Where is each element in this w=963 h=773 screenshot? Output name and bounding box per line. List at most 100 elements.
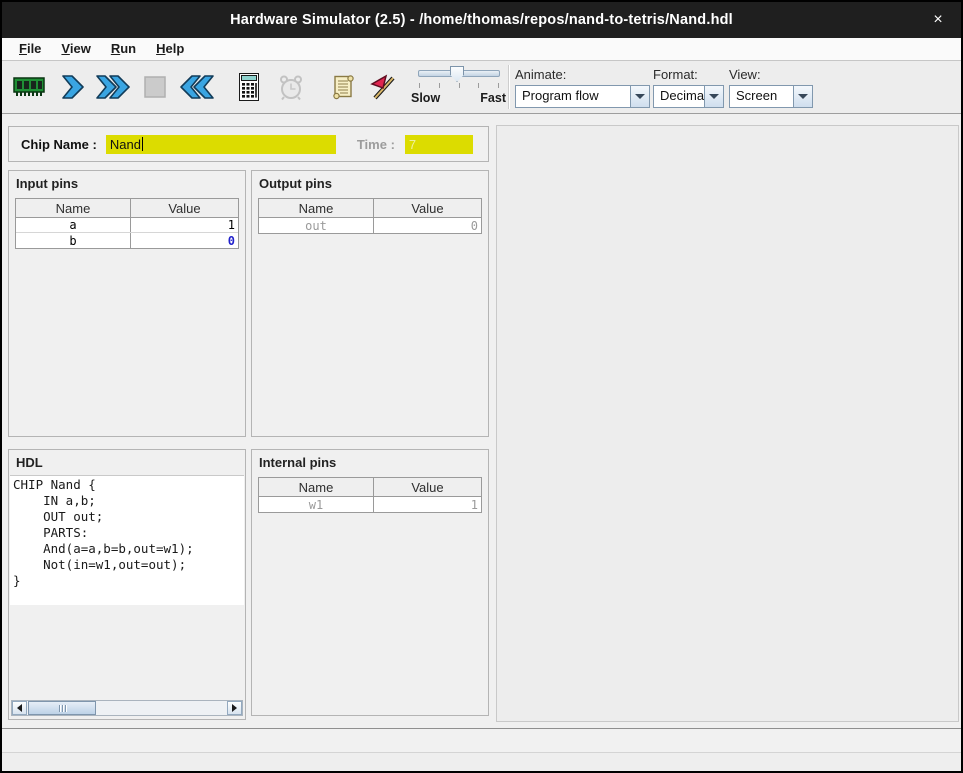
hdl-code-editor[interactable]: CHIP Nand { IN a,b; OUT out; PARTS: And(… bbox=[10, 475, 244, 605]
scroll-left-button[interactable] bbox=[12, 701, 27, 715]
scrollbar-track[interactable] bbox=[27, 701, 227, 715]
pin-value-cell[interactable]: 0 bbox=[130, 233, 238, 248]
chevron-down-icon[interactable] bbox=[793, 86, 812, 107]
animate-label: Animate: bbox=[515, 67, 650, 82]
hdl-panel: HDL CHIP Nand { IN a,b; OUT out; PARTS: … bbox=[8, 449, 246, 720]
chevron-down-icon[interactable] bbox=[630, 86, 649, 107]
input-pins-table: Name Value a 1 b 0 bbox=[15, 198, 239, 249]
pin-value-cell: 1 bbox=[373, 497, 481, 512]
code-line: And(a=a,b=b,out=w1); bbox=[13, 541, 244, 557]
run-button[interactable] bbox=[94, 65, 132, 109]
input-pins-title: Input pins bbox=[9, 171, 245, 195]
animate-group: Animate: Program flow bbox=[515, 67, 650, 108]
menu-help[interactable]: Help bbox=[147, 39, 193, 59]
arrow-right-icon bbox=[232, 704, 237, 712]
view-group: View: Screen bbox=[729, 67, 813, 108]
load-chip-button[interactable] bbox=[10, 65, 48, 109]
chevron-down-icon[interactable] bbox=[704, 86, 723, 107]
name-column-header: Name bbox=[16, 201, 130, 216]
menu-bar: File View Run Help bbox=[2, 38, 961, 61]
main-content: Chip Name : Nand Time : 7 Input pins Nam… bbox=[2, 114, 961, 728]
internal-pins-panel: Internal pins Name Value w1 1 bbox=[251, 449, 489, 716]
pin-value-cell: 0 bbox=[373, 218, 481, 233]
code-line: } bbox=[13, 573, 244, 589]
code-line: OUT out; bbox=[13, 509, 244, 525]
text-caret bbox=[142, 137, 143, 151]
breakpoints-button[interactable] bbox=[364, 65, 402, 109]
toolbar: Slow Fast Animate: Program flow Format: … bbox=[2, 61, 961, 114]
single-step-button[interactable] bbox=[52, 65, 90, 109]
status-message bbox=[2, 729, 961, 753]
title-bar: Hardware Simulator (2.5) - /home/thomas/… bbox=[2, 2, 961, 38]
chip-name-label: Chip Name : bbox=[21, 137, 97, 152]
view-label: View: bbox=[729, 67, 813, 82]
name-column-header: Name bbox=[259, 201, 373, 216]
slider-slow-label: Slow bbox=[411, 91, 440, 105]
table-row: out 0 bbox=[259, 218, 481, 233]
time-label: Time : bbox=[357, 137, 395, 152]
name-column-header: Name bbox=[259, 480, 373, 495]
code-line: IN a,b; bbox=[13, 493, 244, 509]
pin-name-cell: out bbox=[259, 219, 373, 233]
pin-value-cell[interactable]: 1 bbox=[130, 218, 238, 232]
stop-button[interactable] bbox=[136, 65, 174, 109]
animate-selected-value: Program flow bbox=[516, 86, 630, 107]
fast-forward-icon bbox=[95, 73, 131, 101]
alarm-clock-icon bbox=[277, 73, 305, 101]
pin-name-cell: a bbox=[16, 218, 130, 232]
arrow-left-icon bbox=[17, 704, 22, 712]
step-forward-icon bbox=[58, 73, 84, 101]
format-select[interactable]: Decimal bbox=[653, 85, 724, 108]
table-header: Name Value bbox=[259, 478, 481, 497]
toolbar-separator bbox=[508, 65, 509, 109]
scroll-icon bbox=[330, 73, 356, 101]
horizontal-scrollbar bbox=[11, 700, 243, 716]
calculator-icon bbox=[237, 72, 261, 102]
table-row: a 1 bbox=[16, 218, 238, 233]
scroll-right-button[interactable] bbox=[227, 701, 242, 715]
table-row: w1 1 bbox=[259, 497, 481, 512]
reset-button[interactable] bbox=[178, 65, 216, 109]
chip-name-input[interactable]: Nand bbox=[106, 135, 336, 154]
output-pins-panel: Output pins Name Value out 0 bbox=[251, 170, 489, 437]
output-pins-title: Output pins bbox=[252, 171, 488, 195]
table-header: Name Value bbox=[16, 199, 238, 218]
chip-name-value: Nand bbox=[110, 137, 141, 152]
close-button[interactable]: × bbox=[929, 11, 947, 29]
view-selected-value: Screen bbox=[730, 86, 793, 107]
status-message-secondary bbox=[2, 753, 961, 771]
menu-run[interactable]: Run bbox=[102, 39, 145, 59]
format-group: Format: Decimal bbox=[653, 67, 724, 108]
chip-display-area bbox=[496, 125, 959, 722]
time-field: 7 bbox=[405, 135, 473, 154]
red-flag-icon bbox=[369, 73, 397, 101]
pin-name-cell: b bbox=[16, 234, 130, 248]
slider-ticks bbox=[419, 83, 499, 88]
chip-header-panel: Chip Name : Nand Time : 7 bbox=[8, 126, 489, 162]
table-row: b 0 bbox=[16, 233, 238, 248]
calculator-button[interactable] bbox=[230, 65, 268, 109]
animate-select[interactable]: Program flow bbox=[515, 85, 650, 108]
value-column-header: Value bbox=[373, 199, 481, 217]
ram-chip-icon bbox=[13, 76, 45, 98]
code-line: CHIP Nand { bbox=[13, 477, 244, 493]
internal-pins-table: Name Value w1 1 bbox=[258, 477, 482, 513]
clock-button[interactable] bbox=[272, 65, 310, 109]
internal-pins-title: Internal pins bbox=[252, 450, 488, 474]
speed-slider-thumb[interactable] bbox=[450, 66, 464, 82]
pin-name-cell: w1 bbox=[259, 498, 373, 512]
view-select[interactable]: Screen bbox=[729, 85, 813, 108]
format-selected-value: Decimal bbox=[654, 86, 704, 107]
time-value: 7 bbox=[409, 137, 416, 152]
close-icon: × bbox=[933, 11, 942, 28]
scrollbar-thumb[interactable] bbox=[28, 701, 96, 715]
value-column-header: Value bbox=[373, 478, 481, 496]
rewind-icon bbox=[179, 73, 215, 101]
menu-view[interactable]: View bbox=[52, 39, 99, 59]
value-column-header: Value bbox=[130, 199, 238, 217]
hardware-simulator-window: Hardware Simulator (2.5) - /home/thomas/… bbox=[0, 0, 963, 773]
stop-square-icon bbox=[144, 76, 166, 98]
view-script-button[interactable] bbox=[324, 65, 362, 109]
menu-file[interactable]: File bbox=[10, 39, 50, 59]
status-bar bbox=[2, 728, 961, 771]
